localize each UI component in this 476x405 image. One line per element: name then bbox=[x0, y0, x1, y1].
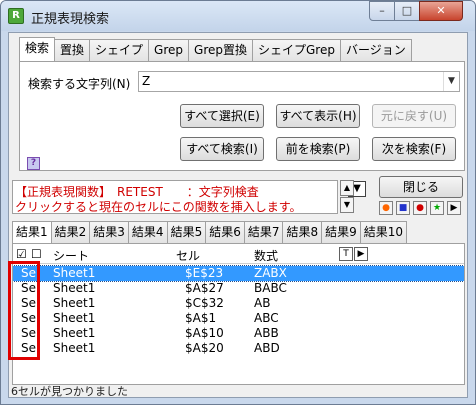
tab-result-10[interactable]: 結果10 bbox=[359, 221, 408, 243]
red-circle-icon[interactable]: ● bbox=[413, 201, 427, 215]
next-column-icon[interactable]: ▶ bbox=[354, 247, 368, 261]
sel-cell[interactable]: Sel bbox=[21, 266, 39, 281]
client-area: 検索 置換 シェイプ Grep Grep置換 シェイプGrep バージョン 検索… bbox=[8, 32, 468, 398]
check-all-icon[interactable]: ☑ bbox=[16, 247, 27, 261]
close-button[interactable]: 閉じる bbox=[379, 176, 463, 198]
tab-version[interactable]: バージョン bbox=[339, 39, 412, 61]
tab-grep-replace[interactable]: Grep置換 bbox=[188, 39, 253, 61]
formula-cell: AB bbox=[254, 296, 271, 310]
maximize-button[interactable]: □ bbox=[394, 1, 420, 21]
tab-result-3[interactable]: 結果3 bbox=[89, 221, 129, 243]
sheet-cell: Sheet1 bbox=[53, 341, 96, 355]
sel-cell[interactable]: Sel bbox=[21, 281, 39, 296]
address-cell: $A$27 bbox=[185, 281, 224, 295]
table-row[interactable]: Sel Sheet1 $A$1 ABC bbox=[13, 311, 464, 326]
sel-cell[interactable]: Sel bbox=[21, 326, 39, 341]
sel-cell[interactable]: Sel bbox=[21, 341, 39, 356]
column-header-sheet[interactable]: シート bbox=[53, 247, 89, 264]
uncheck-all-icon[interactable]: ☐ bbox=[31, 247, 42, 261]
tab-replace[interactable]: 置換 bbox=[54, 39, 91, 61]
formula-cell: BABC bbox=[254, 281, 287, 295]
tab-result-5[interactable]: 結果5 bbox=[166, 221, 207, 243]
sheet-cell: Sheet1 bbox=[53, 281, 96, 295]
formula-cell: ABD bbox=[254, 341, 280, 355]
close-window-button[interactable]: ✕ bbox=[419, 1, 463, 21]
search-tab-panel: 検索する文字列(N) Z ▼ すべて選択(E) すべて表示(H) 元に戻す(U)… bbox=[19, 61, 465, 171]
function-info-line2: クリックすると現在のセルにこの関数を挿入します。 bbox=[15, 200, 302, 214]
search-dropdown-icon[interactable]: ▼ bbox=[443, 72, 459, 91]
address-cell: $A$10 bbox=[185, 326, 224, 340]
search-value[interactable]: Z bbox=[142, 74, 150, 88]
regex-search-window: R 正規表現検索 – □ ✕ 検索 置換 シェイプ Grep Grep置換 シェ… bbox=[0, 0, 476, 405]
show-all-button[interactable]: すべて表示(H) bbox=[276, 104, 360, 128]
formula-cell: ABB bbox=[254, 326, 279, 340]
formula-cell: ABC bbox=[254, 311, 279, 325]
spin-up-icon[interactable]: ▲ bbox=[340, 180, 354, 196]
table-row[interactable]: Sel Sheet1 $A$20 ABD bbox=[13, 341, 464, 356]
app-icon: R bbox=[8, 8, 24, 24]
find-next-button[interactable]: 次を検索(F) bbox=[372, 137, 456, 161]
filter-icon[interactable]: T bbox=[339, 247, 353, 261]
play-icon[interactable]: ▶ bbox=[447, 201, 461, 215]
table-row[interactable]: Sel Sheet1 $C$32 AB bbox=[13, 296, 464, 311]
address-cell: $A$1 bbox=[185, 311, 217, 325]
help-icon[interactable]: ? bbox=[27, 157, 40, 170]
tab-result-6[interactable]: 結果6 bbox=[205, 221, 245, 243]
orange-circle-icon[interactable]: ● bbox=[379, 201, 393, 215]
function-info-box[interactable]: 【正規表現関数】 RETEST ：文字列検査 クリックすると現在のセルにこの関数… bbox=[12, 180, 338, 214]
sheet-cell: Sheet1 bbox=[53, 326, 96, 340]
tab-grep[interactable]: Grep bbox=[148, 39, 190, 61]
window-title: 正規表現検索 bbox=[31, 12, 110, 27]
tab-shape-grep[interactable]: シェイプGrep bbox=[252, 39, 341, 61]
spin-down-icon[interactable]: ▼ bbox=[340, 197, 354, 213]
sheet-cell: Sheet1 bbox=[53, 311, 96, 325]
tab-shape[interactable]: シェイプ bbox=[89, 39, 150, 61]
column-header-formula[interactable]: 数式 bbox=[254, 247, 278, 264]
undo-button[interactable]: 元に戻す(U) bbox=[372, 104, 456, 128]
table-row[interactable]: Sel Sheet1 $A$27 BABC bbox=[13, 281, 464, 296]
address-cell: $C$32 bbox=[185, 296, 224, 310]
tab-result-7[interactable]: 結果7 bbox=[243, 221, 284, 243]
tab-result-1[interactable]: 結果1 bbox=[12, 221, 52, 243]
address-cell: $A$20 bbox=[185, 341, 224, 355]
sheet-cell: Sheet1 bbox=[53, 266, 96, 280]
blue-square-icon[interactable]: ■ bbox=[396, 201, 410, 215]
search-all-button[interactable]: すべて検索(I) bbox=[180, 137, 264, 161]
sheet-cell: Sheet1 bbox=[53, 296, 96, 310]
formula-cell: ZABX bbox=[254, 266, 287, 280]
grid-header: ☑ ☐ シート セル 数式 T ▶ bbox=[13, 244, 464, 264]
find-previous-button[interactable]: 前を検索(P) bbox=[276, 137, 360, 161]
select-all-button[interactable]: すべて選択(E) bbox=[180, 104, 264, 128]
tab-result-2[interactable]: 結果2 bbox=[50, 221, 91, 243]
green-star-icon[interactable]: ★ bbox=[430, 201, 444, 215]
sel-cell[interactable]: Sel bbox=[21, 296, 39, 311]
address-cell: $E$23 bbox=[185, 266, 224, 280]
tab-result-9[interactable]: 結果9 bbox=[321, 221, 361, 243]
sel-cell[interactable]: Sel bbox=[21, 311, 39, 326]
results-grid[interactable]: ☑ ☐ シート セル 数式 T ▶ Sel Sheet1 $E$23 ZABX … bbox=[12, 243, 465, 385]
status-bar: 6セルが見つかりました bbox=[11, 385, 128, 398]
tab-result-4[interactable]: 結果4 bbox=[127, 221, 168, 243]
results-tabs: 結果1 結果2 結果3 結果4 結果5 結果6 結果7 結果8 結果9 結果10 bbox=[12, 221, 408, 243]
main-tabs: 検索 置換 シェイプ Grep Grep置換 シェイプGrep バージョン bbox=[19, 37, 412, 61]
table-row[interactable]: Sel Sheet1 $A$10 ABB bbox=[13, 326, 464, 341]
table-row[interactable]: Sel Sheet1 $E$23 ZABX bbox=[13, 265, 464, 282]
column-header-cell[interactable]: セル bbox=[176, 247, 200, 264]
tab-search[interactable]: 検索 bbox=[19, 37, 56, 61]
minimize-button[interactable]: – bbox=[369, 1, 395, 21]
tab-result-8[interactable]: 結果8 bbox=[282, 221, 323, 243]
title-bar[interactable]: R 正規表現検索 – □ ✕ bbox=[1, 1, 475, 31]
search-label: 検索する文字列(N) bbox=[28, 77, 131, 91]
search-combobox[interactable]: Z ▼ bbox=[138, 71, 460, 92]
